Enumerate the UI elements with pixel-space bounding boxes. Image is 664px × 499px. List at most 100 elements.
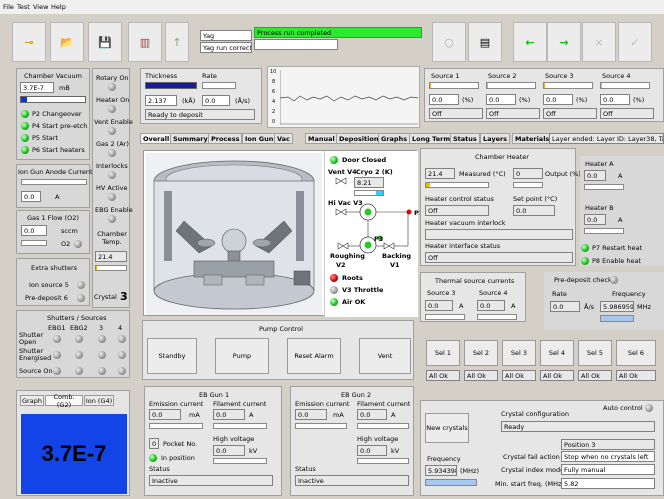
reset-alarm-button[interactable]: Reset Alarm [287, 338, 341, 374]
tab-layers[interactable]: Layers [480, 133, 511, 144]
tab-vac[interactable]: Vac [274, 133, 293, 144]
shutter-led [75, 335, 83, 343]
up-arrow-icon: ↑ [172, 35, 182, 49]
pump-button[interactable]: Pump [215, 338, 269, 374]
menu-help[interactable]: Help [51, 3, 66, 11]
temp-bar [95, 265, 127, 271]
crystal-fail-action-select[interactable]: Stop when no crystals left [561, 451, 655, 462]
tab-overall[interactable]: Overall [140, 133, 173, 144]
pump-control-panel: Pump Control Standby Pump Reset Alarm Ve… [142, 320, 414, 380]
heater-led [108, 105, 116, 113]
sel-panel: Sel 1 Sel 2 Sel 3 Sel 4 Sel 5 Sel 6 All … [420, 340, 664, 382]
extra-shutters-panel: Extra shutters Ion source 5 Pre-deposit … [16, 258, 90, 306]
tab-deposition[interactable]: Deposition [336, 133, 382, 144]
vent-led [108, 127, 116, 135]
chart-button[interactable]: ▥ [128, 22, 162, 62]
tab-manual[interactable]: Manual [305, 133, 338, 144]
process-status-field: Process run completed [254, 27, 422, 38]
crystal-config-status: Ready [501, 421, 655, 432]
tab-summary[interactable]: Summary [170, 133, 211, 144]
crystal-index-mode-select[interactable]: Fully manual [561, 464, 655, 475]
source3-status: Off [543, 108, 597, 119]
big-vacuum-value: 3.7E-7 [41, 441, 107, 466]
heater-control-status: Off [425, 205, 489, 216]
anode-bar [21, 179, 87, 185]
tab-comb[interactable]: Comb. (G2) [45, 393, 83, 409]
crystal-number: 3 [120, 290, 128, 303]
circle-icon: ○ [444, 35, 454, 49]
heater-interface-status: Off [425, 252, 573, 263]
roots-led [330, 274, 338, 282]
open-button[interactable]: 📂 [50, 22, 84, 62]
crystal-position: Position 3 [561, 439, 655, 450]
check-icon: ✓ [630, 35, 640, 49]
air-ok-led [330, 298, 338, 306]
shutter-led [53, 351, 61, 359]
source3-bar [543, 82, 593, 89]
p6-led [21, 146, 29, 154]
sel-3-button[interactable]: Sel 3 [502, 340, 536, 366]
menu-test[interactable]: Test [17, 3, 30, 11]
new-crystals-button[interactable]: New crystals [425, 413, 469, 443]
shutter-led [75, 351, 83, 359]
stop-button[interactable]: ○ [432, 22, 466, 62]
standby-button[interactable]: Standby [147, 338, 197, 374]
heater-output: 0 [513, 168, 543, 179]
heater-setpoint: 0.0 [513, 205, 555, 216]
save-button[interactable]: 💾 [88, 22, 122, 62]
gas2-led [108, 149, 116, 157]
forward-button[interactable]: → [547, 22, 581, 62]
source3-value: 0.0 [543, 94, 573, 105]
tab-ion-gun[interactable]: Ion Gun [242, 133, 277, 144]
shutter-led [75, 367, 83, 375]
shutter-led [53, 367, 61, 375]
back-button[interactable]: ← [513, 22, 547, 62]
up-button[interactable]: ↑ [165, 22, 189, 62]
deposition-graph: 10 8 6 4 2 0 [267, 66, 420, 128]
crystal-frequency-bar [425, 479, 477, 486]
heater-output-bar [513, 182, 543, 188]
auto-control-led [645, 404, 653, 412]
sel-1-button[interactable]: Sel 1 [426, 340, 460, 366]
sel-2-status: All Ok [464, 370, 498, 381]
sel-4-button[interactable]: Sel 4 [540, 340, 574, 366]
crystal-panel: New crystals Crystal configuration Auto … [420, 400, 664, 496]
yag-field: Yag [200, 30, 252, 41]
folder-icon: 📂 [60, 35, 74, 49]
key-button[interactable]: ⊸ [12, 22, 46, 62]
tab-long-term[interactable]: Long Term [409, 133, 454, 144]
heater-measured: 21.4 [425, 168, 455, 179]
menu-view[interactable]: View [33, 3, 48, 11]
layer-status: Layer ended: Layer ID: Layer38, Targ [549, 133, 664, 144]
graph-plot [280, 70, 418, 125]
confirm-button[interactable]: ✓ [618, 22, 652, 62]
thermal-source4-bar [477, 314, 517, 320]
eb2-status: Inactive [295, 475, 409, 486]
tab-materials[interactable]: Materials [512, 133, 553, 144]
anode-value: 0.0 [21, 191, 41, 202]
eb1-emission: 0.0 [149, 409, 181, 420]
sel-5-button[interactable]: Sel 5 [578, 340, 612, 366]
tab-process[interactable]: Process [208, 133, 243, 144]
tab-graphs[interactable]: Graphs [378, 133, 411, 144]
tab-status[interactable]: Status [450, 133, 480, 144]
tab-graph[interactable]: Graph [20, 395, 44, 406]
rate-bar [202, 82, 236, 89]
predeposit-panel: Pre-deposit check Rate Frequency 0.0 Å/s… [544, 272, 664, 330]
sel-2-button[interactable]: Sel 2 [464, 340, 498, 366]
tab-ion[interactable]: Ion (G4) [84, 395, 114, 406]
list-button[interactable]: ▤ [468, 22, 502, 62]
menu-file[interactable]: File [3, 3, 14, 11]
o2-led [74, 240, 82, 248]
min-start-frequency-input[interactable]: 5.82 [561, 478, 655, 489]
cancel-button[interactable]: × [582, 22, 616, 62]
sel-6-button[interactable]: Sel 6 [616, 340, 656, 366]
sel-1-status: All Ok [426, 370, 460, 381]
source2-bar [486, 82, 536, 89]
menu-bar: File Test View Help [0, 0, 664, 14]
source4-status: Off [600, 108, 654, 119]
source2-value: 0.0 [486, 94, 516, 105]
vent-button[interactable]: Vent [359, 338, 411, 374]
source4-value: 0.0 [600, 94, 630, 105]
source1-value: 0.0 [429, 94, 459, 105]
